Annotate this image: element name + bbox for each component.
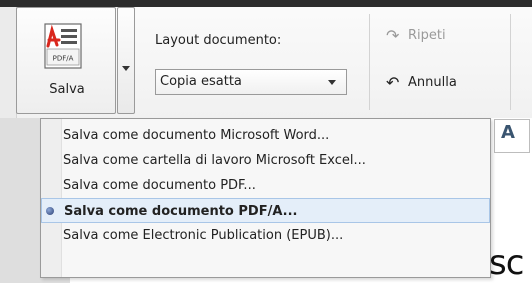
ribbon: PDF/A Salva Layout documento: Copia esat… xyxy=(0,0,532,119)
menu-item-save-pdfa[interactable]: Salva come documento PDF/A... xyxy=(41,198,490,223)
menu-item-label: Salva come Electronic Publication (EPUB)… xyxy=(63,228,344,243)
chevron-down-icon xyxy=(122,66,130,71)
pdf-a-caption: PDF/A xyxy=(53,55,74,63)
ribbon-left-edge xyxy=(0,7,17,118)
save-button[interactable]: PDF/A Salva xyxy=(16,7,116,114)
menu-item-label: Salva come documento Microsoft Word... xyxy=(63,128,330,143)
layout-select-value: Copia esatta xyxy=(160,74,242,89)
background-field: A xyxy=(494,119,530,153)
ribbon-separator xyxy=(369,14,370,110)
undo-icon: ↶ xyxy=(386,73,400,92)
chevron-down-icon xyxy=(328,80,336,85)
redo-icon: ↷ xyxy=(386,26,400,45)
menu-item-label: Salva come documento PDF... xyxy=(63,178,256,193)
radio-bullet-icon xyxy=(46,207,54,215)
pdf-a-icon: PDF/A xyxy=(44,23,82,69)
menu-item-save-pdf[interactable]: Salva come documento PDF... xyxy=(41,173,490,198)
ribbon-separator xyxy=(510,14,511,110)
menu-item-label: Salva come cartella di lavoro Microsoft … xyxy=(63,153,366,168)
save-split-button: PDF/A Salva xyxy=(16,7,138,116)
save-as-menu: Salva come documento Microsoft Word... S… xyxy=(40,118,491,278)
redo-label: Ripeti xyxy=(408,28,446,43)
background-large-text: sc xyxy=(489,243,524,283)
redo-button[interactable]: ↷ Ripeti xyxy=(386,26,446,45)
save-button-label: Salva xyxy=(49,82,85,97)
undo-button[interactable]: ↶ Annulla xyxy=(386,73,457,92)
menu-item-save-word[interactable]: Salva come documento Microsoft Word... xyxy=(41,123,490,148)
menu-item-save-excel[interactable]: Salva come cartella di lavoro Microsoft … xyxy=(41,148,490,173)
layout-label: Layout documento: xyxy=(155,33,282,48)
layout-select[interactable]: Copia esatta xyxy=(155,69,347,95)
background-field-text: A xyxy=(501,122,515,143)
menu-item-label: Salva come documento PDF/A... xyxy=(64,204,298,219)
menu-item-save-epub[interactable]: Salva come Electronic Publication (EPUB)… xyxy=(41,223,490,248)
layout-group: Layout documento: Copia esatta xyxy=(139,7,369,116)
title-bar-strip xyxy=(0,0,532,7)
save-dropdown-arrow[interactable] xyxy=(117,7,135,114)
undo-label: Annulla xyxy=(408,75,457,90)
